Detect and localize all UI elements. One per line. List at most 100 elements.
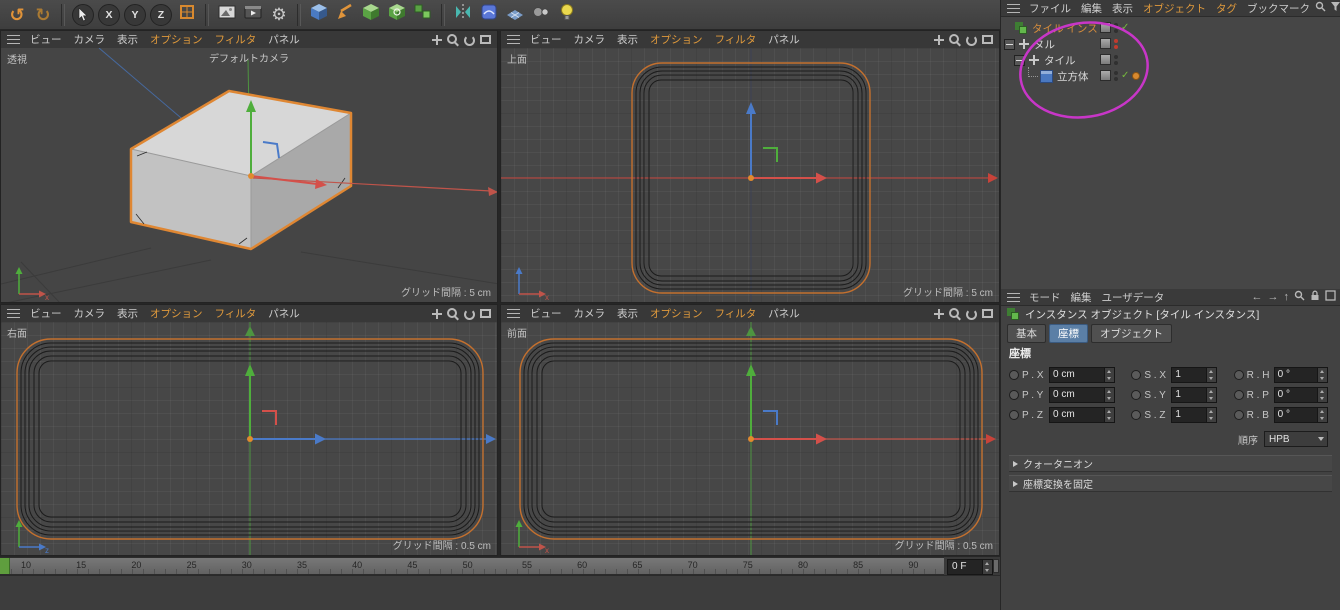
- keyframe-circle[interactable]: [1233, 390, 1244, 400]
- value-spinner[interactable]: [1206, 388, 1217, 402]
- maximize-icon[interactable]: [479, 308, 491, 320]
- value-spinner[interactable]: [1316, 388, 1327, 402]
- om-menu-file[interactable]: ファイル: [1024, 1, 1076, 16]
- add-cube-button[interactable]: [306, 2, 332, 28]
- zoom-icon[interactable]: [949, 33, 961, 46]
- menu-icon[interactable]: [7, 35, 20, 44]
- floor-button[interactable]: [502, 2, 528, 28]
- value-spinner[interactable]: [1206, 368, 1217, 382]
- keyframe-circle[interactable]: [1131, 410, 1142, 420]
- keyframe-circle[interactable]: [1233, 410, 1244, 420]
- sx-input[interactable]: 1: [1171, 367, 1218, 383]
- current-frame-field[interactable]: 0 F: [947, 559, 993, 575]
- visibility-dots[interactable]: [1114, 54, 1118, 65]
- keyframe-circle[interactable]: [1233, 370, 1244, 380]
- filter-funnel-icon[interactable]: [1330, 1, 1340, 15]
- menu-options[interactable]: オプション: [644, 306, 709, 321]
- sz-input[interactable]: 1: [1171, 407, 1218, 423]
- live-selection-button[interactable]: [70, 2, 96, 28]
- subdivision-surface-button[interactable]: [358, 2, 384, 28]
- redo-button[interactable]: ↻: [30, 2, 56, 28]
- py-input[interactable]: 0 cm: [1049, 387, 1115, 403]
- pan-icon[interactable]: [431, 308, 443, 320]
- am-menu-mode[interactable]: モード: [1024, 290, 1066, 305]
- render-view-button[interactable]: [214, 2, 240, 28]
- value-spinner[interactable]: [1206, 408, 1217, 422]
- object-row-null[interactable]: ヌル: [1001, 36, 1340, 52]
- layer-toggle[interactable]: [1100, 70, 1111, 81]
- maximize-icon[interactable]: [981, 308, 993, 320]
- lock-y-button[interactable]: Y: [122, 2, 148, 28]
- value-spinner[interactable]: [1104, 368, 1114, 382]
- collapse-toggle[interactable]: [1004, 38, 1015, 50]
- rotate-icon[interactable]: [463, 308, 475, 320]
- viewport-canvas-front[interactable]: 前面 グリッド間隔 : 0.5 cm x: [501, 322, 999, 555]
- menu-view[interactable]: ビュー: [24, 32, 68, 47]
- menu-filter[interactable]: フィルタ: [709, 32, 763, 47]
- keyframe-circle[interactable]: [1009, 390, 1019, 400]
- value-spinner[interactable]: [1316, 408, 1327, 422]
- rh-input[interactable]: 0 °: [1273, 367, 1328, 383]
- parent-up-icon[interactable]: ↑: [1284, 291, 1290, 303]
- menu-icon[interactable]: [1007, 3, 1020, 13]
- zoom-icon[interactable]: [949, 307, 961, 320]
- light-button[interactable]: [554, 2, 580, 28]
- visibility-dots[interactable]: [1114, 70, 1118, 81]
- viewport-canvas-right[interactable]: 右面 グリッド間隔 : 0.5 cm z: [1, 322, 497, 555]
- panel-icon[interactable]: [1325, 290, 1336, 304]
- menu-display[interactable]: 表示: [611, 306, 644, 321]
- menu-display[interactable]: 表示: [111, 306, 144, 321]
- display-color-dot[interactable]: [1132, 71, 1141, 80]
- om-menu-edit[interactable]: 編集: [1076, 1, 1107, 16]
- pz-input[interactable]: 0 cm: [1049, 407, 1115, 423]
- value-spinner[interactable]: [1104, 388, 1114, 402]
- pan-icon[interactable]: [431, 34, 443, 46]
- menu-icon[interactable]: [7, 309, 20, 318]
- menu-panel[interactable]: パネル: [762, 32, 806, 47]
- menu-icon[interactable]: [507, 35, 520, 44]
- value-spinner[interactable]: [1316, 368, 1327, 382]
- menu-display[interactable]: 表示: [611, 32, 644, 47]
- search-icon[interactable]: [1294, 290, 1305, 304]
- menu-panel[interactable]: パネル: [262, 306, 306, 321]
- layer-toggle[interactable]: [1100, 22, 1111, 33]
- stage-button[interactable]: [528, 2, 554, 28]
- layer-toggle[interactable]: [1100, 38, 1111, 49]
- coordinate-system-button[interactable]: [174, 2, 200, 28]
- viewport-canvas-top[interactable]: 上面 グリッド間隔 : 5 cm x: [501, 48, 999, 302]
- object-row-tile[interactable]: タイル: [1001, 52, 1340, 68]
- render-picture-viewer-button[interactable]: [240, 2, 266, 28]
- menu-options[interactable]: オプション: [144, 306, 209, 321]
- search-icon[interactable]: [1315, 1, 1326, 15]
- timeline-ruler[interactable]: 10 15 20 25 30 35 40 45 50 55 60 65 70 75 80 85 90: [0, 557, 944, 575]
- om-menu-view[interactable]: 表示: [1107, 1, 1138, 16]
- enabled-check-icon[interactable]: ✓: [1121, 70, 1129, 81]
- am-menu-edit[interactable]: 編集: [1066, 290, 1097, 305]
- freeze-transform-section[interactable]: 座標変換を固定: [1009, 475, 1332, 492]
- deformer-button[interactable]: [476, 2, 502, 28]
- px-input[interactable]: 0 cm: [1049, 367, 1115, 383]
- viewport-canvas-perspective[interactable]: 透視 デフォルトカメラ グリッド間隔 : 5 cm x: [1, 48, 497, 302]
- maximize-icon[interactable]: [981, 34, 993, 46]
- menu-camera[interactable]: カメラ: [568, 306, 612, 321]
- undo-button[interactable]: ↺: [4, 2, 30, 28]
- menu-camera[interactable]: カメラ: [568, 32, 612, 47]
- menu-icon[interactable]: [1007, 292, 1020, 302]
- object-row-cube[interactable]: 立方体 ✓: [1001, 67, 1340, 84]
- pan-icon[interactable]: [933, 308, 945, 320]
- keyframe-circle[interactable]: [1009, 410, 1019, 420]
- quaternion-section[interactable]: クォータニオン: [1009, 455, 1332, 472]
- object-row-tile-instance[interactable]: タイル インスタンス ✓: [1001, 20, 1340, 36]
- menu-filter[interactable]: フィルタ: [709, 306, 763, 321]
- layer-toggle[interactable]: [1100, 54, 1111, 65]
- lock-icon[interactable]: [1310, 290, 1320, 304]
- lock-z-button[interactable]: Z: [148, 2, 174, 28]
- menu-options[interactable]: オプション: [644, 32, 709, 47]
- symmetry-button[interactable]: [450, 2, 476, 28]
- menu-panel[interactable]: パネル: [262, 32, 306, 47]
- timeline-scrollbar[interactable]: [993, 559, 999, 573]
- sy-input[interactable]: 1: [1171, 387, 1218, 403]
- menu-view[interactable]: ビュー: [524, 32, 568, 47]
- rotate-icon[interactable]: [965, 34, 977, 46]
- menu-panel[interactable]: パネル: [762, 306, 806, 321]
